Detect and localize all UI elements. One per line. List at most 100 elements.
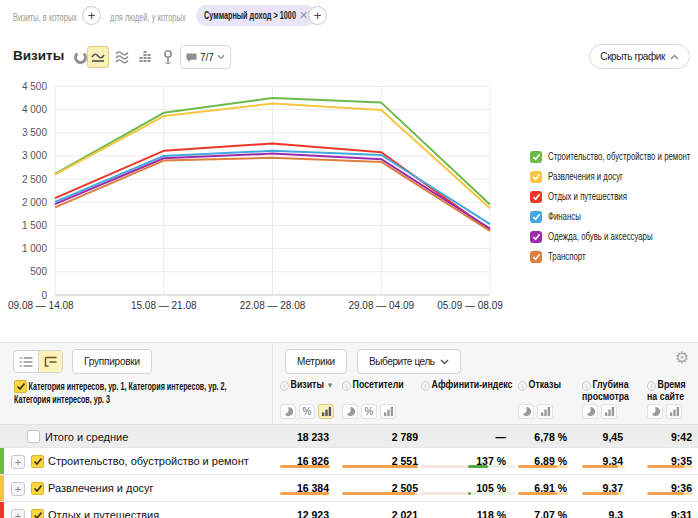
column-header-depth[interactable]: iГлубина просмотра (582, 379, 637, 403)
value-bar-fill (342, 465, 418, 468)
check-icon (33, 484, 43, 493)
value-bar (342, 465, 418, 468)
percent-toggle-icon: % (365, 406, 374, 417)
toggle-bars-button[interactable] (318, 404, 334, 419)
bars-toggle-icon (669, 406, 680, 417)
legend-item[interactable]: Одежда, обувь и аксессуары (530, 230, 698, 243)
expand-row-button[interactable]: + (11, 455, 25, 469)
legend-checkbox[interactable] (530, 211, 542, 223)
hide-chart-button[interactable]: Скрыть график (589, 44, 690, 69)
row-checkbox[interactable] (31, 482, 44, 495)
cell-affinity: — (418, 425, 515, 447)
toggle-pie-button[interactable] (582, 404, 598, 419)
value-bar (342, 492, 418, 495)
toggle-pie-button[interactable] (280, 404, 296, 419)
row-checkbox[interactable] (27, 430, 40, 443)
column-header-time[interactable]: iВремя на сайте (647, 379, 696, 403)
column-header-visitors[interactable]: iПосетители (342, 379, 404, 391)
cell-value: 12 923 (297, 509, 329, 518)
row-label: Развлечения и досуг (48, 482, 154, 494)
bars-toggle-icon (540, 406, 551, 417)
chart-legend: Строительство, обустройство и ремонт Разв… (530, 150, 698, 270)
value-bar (280, 465, 330, 468)
groupings-button[interactable]: Группировки (72, 349, 152, 374)
value-bar-fill (280, 492, 329, 495)
column-header-affinity[interactable]: iАффинити-индекс (421, 379, 512, 391)
toggle-percent-button[interactable]: % (361, 404, 377, 419)
bars-toggle-icon (383, 406, 394, 417)
affinity-bar-fill (468, 465, 488, 468)
chevron-down-icon (217, 54, 225, 60)
info-icon: i (647, 381, 656, 391)
plus-icon: + (314, 8, 322, 23)
metrics-button[interactable]: Метрики (285, 349, 347, 374)
people-filter-label: для людей, у которых (110, 12, 186, 23)
toggle-bars-button[interactable] (380, 404, 396, 419)
expand-row-button[interactable]: + (11, 509, 25, 518)
view-tree-button[interactable] (38, 351, 62, 372)
row-checkbox[interactable] (31, 455, 44, 468)
cell-value: 2 021 (392, 509, 418, 518)
toggle-bars-button[interactable] (601, 404, 617, 419)
hide-chart-label: Скрыть график (600, 51, 665, 62)
view-list-button[interactable] (14, 351, 38, 372)
legend-item[interactable]: Отдых и путешествия (530, 190, 698, 203)
chart-type-columns-button[interactable] (134, 46, 156, 68)
chart-type-map-button[interactable] (157, 46, 179, 68)
svg-text:1 500: 1 500 (22, 220, 47, 231)
remove-chip-icon[interactable]: ✕ (299, 10, 308, 21)
pie-toggle-icon (283, 406, 294, 417)
column-header-visits[interactable]: iВизиты ▼ (280, 379, 333, 392)
lines-count-dropdown[interactable]: 7/7 (180, 45, 231, 69)
cell-time: 9:35 (625, 448, 693, 474)
line-chart-icon (90, 49, 106, 65)
column-header-label: Отказы (529, 379, 561, 390)
cell-bounce: 6,78 % (517, 425, 568, 447)
legend-checkbox[interactable] (530, 251, 542, 263)
stacked-areas-icon (114, 49, 130, 65)
toggle-percent-button[interactable]: % (299, 404, 315, 419)
cell-visitors: 2 505 (332, 475, 418, 501)
toggle-pie-button[interactable] (518, 404, 534, 419)
legend-item[interactable]: Финансы (530, 210, 698, 223)
toggle-bars-button[interactable] (666, 404, 682, 419)
toggle-pie-button[interactable] (342, 404, 358, 419)
table-row: +Развлечения и досуг16 3842 505105 %6,91… (0, 474, 698, 501)
add-visit-condition-button[interactable]: + (82, 6, 101, 25)
cell-visitors: 2 789 (332, 425, 418, 447)
segment-chip[interactable]: Суммарный доход > 1000 ✕ (196, 5, 316, 26)
bars-toggle-icon (604, 406, 615, 417)
toggle-bars-button[interactable] (537, 404, 553, 419)
dimension-header: Категория интересов, ур. 1, Категория ин… (14, 380, 324, 406)
legend-checkbox[interactable] (530, 171, 542, 183)
goal-select[interactable]: Выберите цель (357, 349, 461, 374)
legend-label: Одежда, обувь и аксессуары (548, 231, 653, 242)
chart-type-stacked-button[interactable] (111, 46, 133, 68)
legend-item[interactable]: Транспорт (530, 250, 698, 263)
pie-toggle-icon (521, 406, 532, 417)
map-pin-icon (160, 49, 176, 65)
legend-checkbox[interactable] (530, 191, 542, 203)
legend-checkbox[interactable] (530, 231, 542, 243)
toggle-pie-button[interactable] (647, 404, 663, 419)
svg-text:2 000: 2 000 (22, 197, 47, 208)
legend-item[interactable]: Строительство, обустройство и ремонт (530, 150, 698, 163)
sort-desc-icon: ▼ (326, 381, 333, 390)
legend-checkbox[interactable] (530, 151, 542, 163)
row-checkbox[interactable] (31, 509, 44, 518)
column-header-bounce[interactable]: iОтказы (518, 379, 561, 391)
goal-select-label: Выберите цель (369, 356, 435, 367)
value-bar (280, 492, 330, 495)
cell-affinity: 118 % (418, 502, 515, 518)
chart-type-line-button[interactable] (87, 46, 109, 68)
row-color-stripe (0, 448, 4, 474)
pie-toggle-icon (650, 406, 661, 417)
add-people-condition-button[interactable]: + (308, 6, 327, 25)
expand-row-button[interactable]: + (11, 482, 25, 496)
table-settings-gear-icon[interactable]: ⚙ (675, 350, 689, 366)
cell-time: 9:36 (625, 475, 693, 501)
svg-text:09.08 — 14.08: 09.08 — 14.08 (8, 300, 74, 311)
check-icon (532, 233, 541, 241)
legend-item[interactable]: Развлечения и досуг (530, 170, 698, 183)
row-label: Строительство, обустройство и ремонт (48, 455, 249, 467)
